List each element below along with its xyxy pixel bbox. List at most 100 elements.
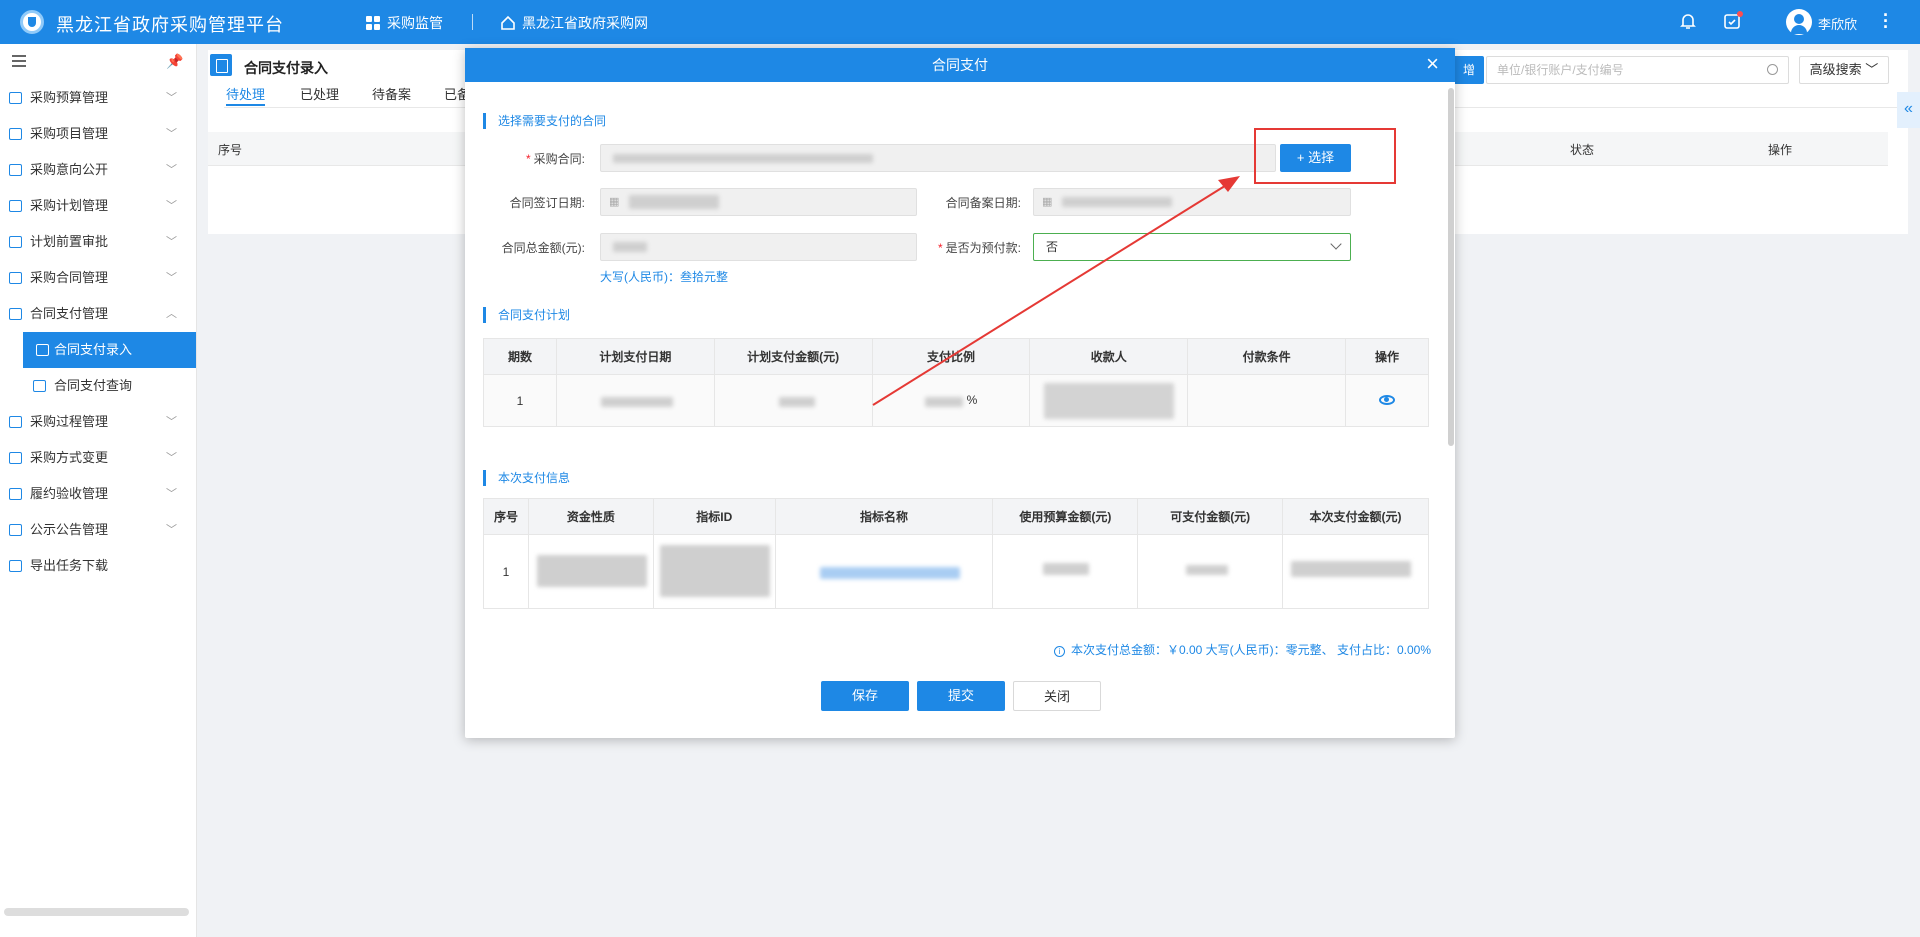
nav-divider: [472, 14, 473, 30]
contract-label: * 采购合同:: [485, 150, 585, 167]
total-amount-field[interactable]: [600, 233, 917, 261]
sidebar-scrollbar[interactable]: [4, 908, 189, 916]
nav-monitor[interactable]: 采购监管: [365, 13, 443, 33]
column-action: 操作: [1768, 143, 1793, 157]
avatar[interactable]: [1786, 9, 1812, 35]
column-header: 本次支付金额(元): [1282, 498, 1429, 535]
chevron-down-icon: ﹀: [166, 524, 177, 536]
sidebar-item-plan[interactable]: 采购计划管理 ﹀: [0, 188, 196, 224]
column-header: 计划支付金额(元): [713, 338, 873, 375]
redacted-text: [778, 397, 815, 407]
nav-portal[interactable]: 黑龙江省政府采购网: [500, 13, 648, 33]
cell-pay-amount[interactable]: [1282, 534, 1429, 609]
chevron-down-icon: ﹀: [166, 452, 177, 464]
table-row: 1: [483, 534, 1429, 609]
more-menu-icon[interactable]: · · ·: [1882, 6, 1890, 36]
notification-dot: [1737, 11, 1743, 17]
redacted-link[interactable]: [819, 567, 960, 579]
method-icon: [9, 452, 22, 464]
summary-text: 本次支付总金额：￥0.00 大写(人民币)：零元整、 支付占比：0.00%: [1070, 643, 1431, 657]
sidebar-item-acceptance[interactable]: 履约验收管理 ﹀: [0, 476, 196, 512]
payment-summary: i 本次支付总金额：￥0.00 大写(人民币)：零元整、 支付占比：0.00%: [1053, 641, 1431, 658]
grid-icon: [366, 16, 380, 30]
task-icon[interactable]: [1722, 11, 1743, 31]
file-date-label: 合同备案日期:: [945, 196, 1021, 210]
bell-icon[interactable]: [1678, 11, 1698, 31]
sidebar-item-approval[interactable]: 计划前置审批 ﹀: [0, 224, 196, 260]
notice-icon: [9, 524, 22, 536]
eye-icon[interactable]: [1379, 394, 1395, 405]
sidebar-item-label: 合同支付录入: [54, 342, 133, 357]
sign-date-field[interactable]: ▦: [600, 188, 917, 216]
sidebar-item-label: 采购合同管理: [30, 270, 109, 285]
select-contract-button[interactable]: + 选择: [1280, 144, 1351, 172]
nav-monitor-label: 采购监管: [387, 15, 443, 31]
chevron-down-icon: ﹀: [166, 200, 177, 212]
close-icon[interactable]: ×: [1426, 48, 1439, 80]
sidebar-item-payment-entry[interactable]: 合同支付录入: [23, 332, 196, 368]
close-button[interactable]: 关闭: [1013, 681, 1101, 711]
chevron-down-icon: ﹀: [166, 272, 177, 284]
sidebar-item-payment[interactable]: 合同支付管理 ︿: [0, 296, 196, 332]
sidebar-item-label: 采购计划管理: [30, 198, 109, 213]
payment-icon: [9, 308, 22, 320]
sidebar-item-label: 导出任务下载: [30, 558, 109, 573]
submit-button[interactable]: 提交: [917, 681, 1005, 711]
column-header: 指标名称: [774, 498, 994, 535]
top-bar: 黑龙江省政府采购管理平台 采购监管 黑龙江省政府采购网 李欣欣 · · ·: [0, 0, 1920, 44]
column-header: 期数: [483, 338, 557, 375]
sidebar-item-payment-query[interactable]: 合同支付查询: [0, 368, 196, 404]
tab-to-file[interactable]: 待备案: [372, 84, 411, 106]
redacted-text: [1291, 561, 1412, 577]
user-name[interactable]: 李欣欣: [1818, 14, 1857, 33]
ratio-suffix: %: [966, 393, 978, 407]
required-mark: *: [525, 152, 531, 166]
contract-field[interactable]: [600, 144, 1276, 172]
sidebar-item-method[interactable]: 采购方式变更 ﹀: [0, 440, 196, 476]
sidebar-item-download[interactable]: 导出任务下载: [0, 548, 196, 584]
sidebar-item-process[interactable]: 采购过程管理 ﹀: [0, 404, 196, 440]
pin-icon[interactable]: 📌: [166, 53, 183, 70]
tab-pending[interactable]: 待处理: [226, 84, 266, 106]
sidebar-item-label: 合同支付管理: [30, 306, 109, 321]
redacted-text: [629, 195, 719, 209]
file-date-field[interactable]: ▦: [1033, 188, 1351, 216]
tab-processed[interactable]: 已处理: [300, 84, 339, 106]
sidebar-item-label: 履约验收管理: [30, 486, 109, 501]
hamburger-icon[interactable]: [12, 55, 26, 67]
save-button[interactable]: 保存: [821, 681, 909, 711]
search-input[interactable]: 单位/银行账户/支付编号: [1486, 56, 1789, 84]
section-plan: 合同支付计划: [483, 307, 570, 323]
column-header: 使用预算金额(元): [992, 498, 1139, 535]
cell-condition: [1187, 374, 1346, 427]
info-icon: i: [1053, 646, 1065, 657]
sidebar-item-label: 合同支付查询: [54, 378, 133, 393]
sidebar-header: 📌: [0, 44, 196, 80]
redacted-text: [659, 545, 770, 597]
sidebar-item-label: 采购意向公开: [30, 162, 109, 177]
prepay-value: 否: [1046, 240, 1059, 254]
download-icon: [9, 560, 22, 572]
cell-action: [1345, 374, 1429, 427]
sidebar-item-project[interactable]: 采购项目管理 ﹀: [0, 116, 196, 152]
dialog-scrollbar[interactable]: [1448, 88, 1454, 446]
current-table-header: 序号 资金性质 指标ID 指标名称 使用预算金额(元) 可支付金额(元) 本次支…: [483, 498, 1429, 535]
add-button[interactable]: 增: [1454, 56, 1484, 84]
sidebar-item-intent[interactable]: 采购意向公开 ﹀: [0, 152, 196, 188]
sidebar-item-notice[interactable]: 公示公告管理 ﹀: [0, 512, 196, 548]
cell-index-name: [774, 534, 994, 609]
sidebar: 📌 采购预算管理 ﹀ 采购项目管理 ﹀ 采购意向公开 ﹀ 采购计划管理 ﹀ 计划前置审批…: [0, 44, 197, 937]
contract-icon: [9, 272, 22, 284]
sidebar-item-budget[interactable]: 采购预算管理 ﹀: [0, 80, 196, 116]
sidebar-item-label: 采购方式变更: [30, 450, 109, 465]
cell-payee: [1029, 374, 1189, 427]
advanced-search-button[interactable]: 高级搜索 ﹀: [1799, 56, 1889, 84]
cell-index-id: [652, 534, 776, 609]
prepay-select[interactable]: 否: [1033, 233, 1351, 261]
collapse-panel-icon[interactable]: «: [1897, 92, 1920, 128]
process-icon: [9, 416, 22, 428]
chevron-up-icon: ︿: [166, 308, 177, 320]
search-icon[interactable]: [1767, 64, 1778, 75]
sidebar-item-contract[interactable]: 采购合同管理 ﹀: [0, 260, 196, 296]
prepay-label: * 是否为预付款:: [931, 239, 1021, 256]
